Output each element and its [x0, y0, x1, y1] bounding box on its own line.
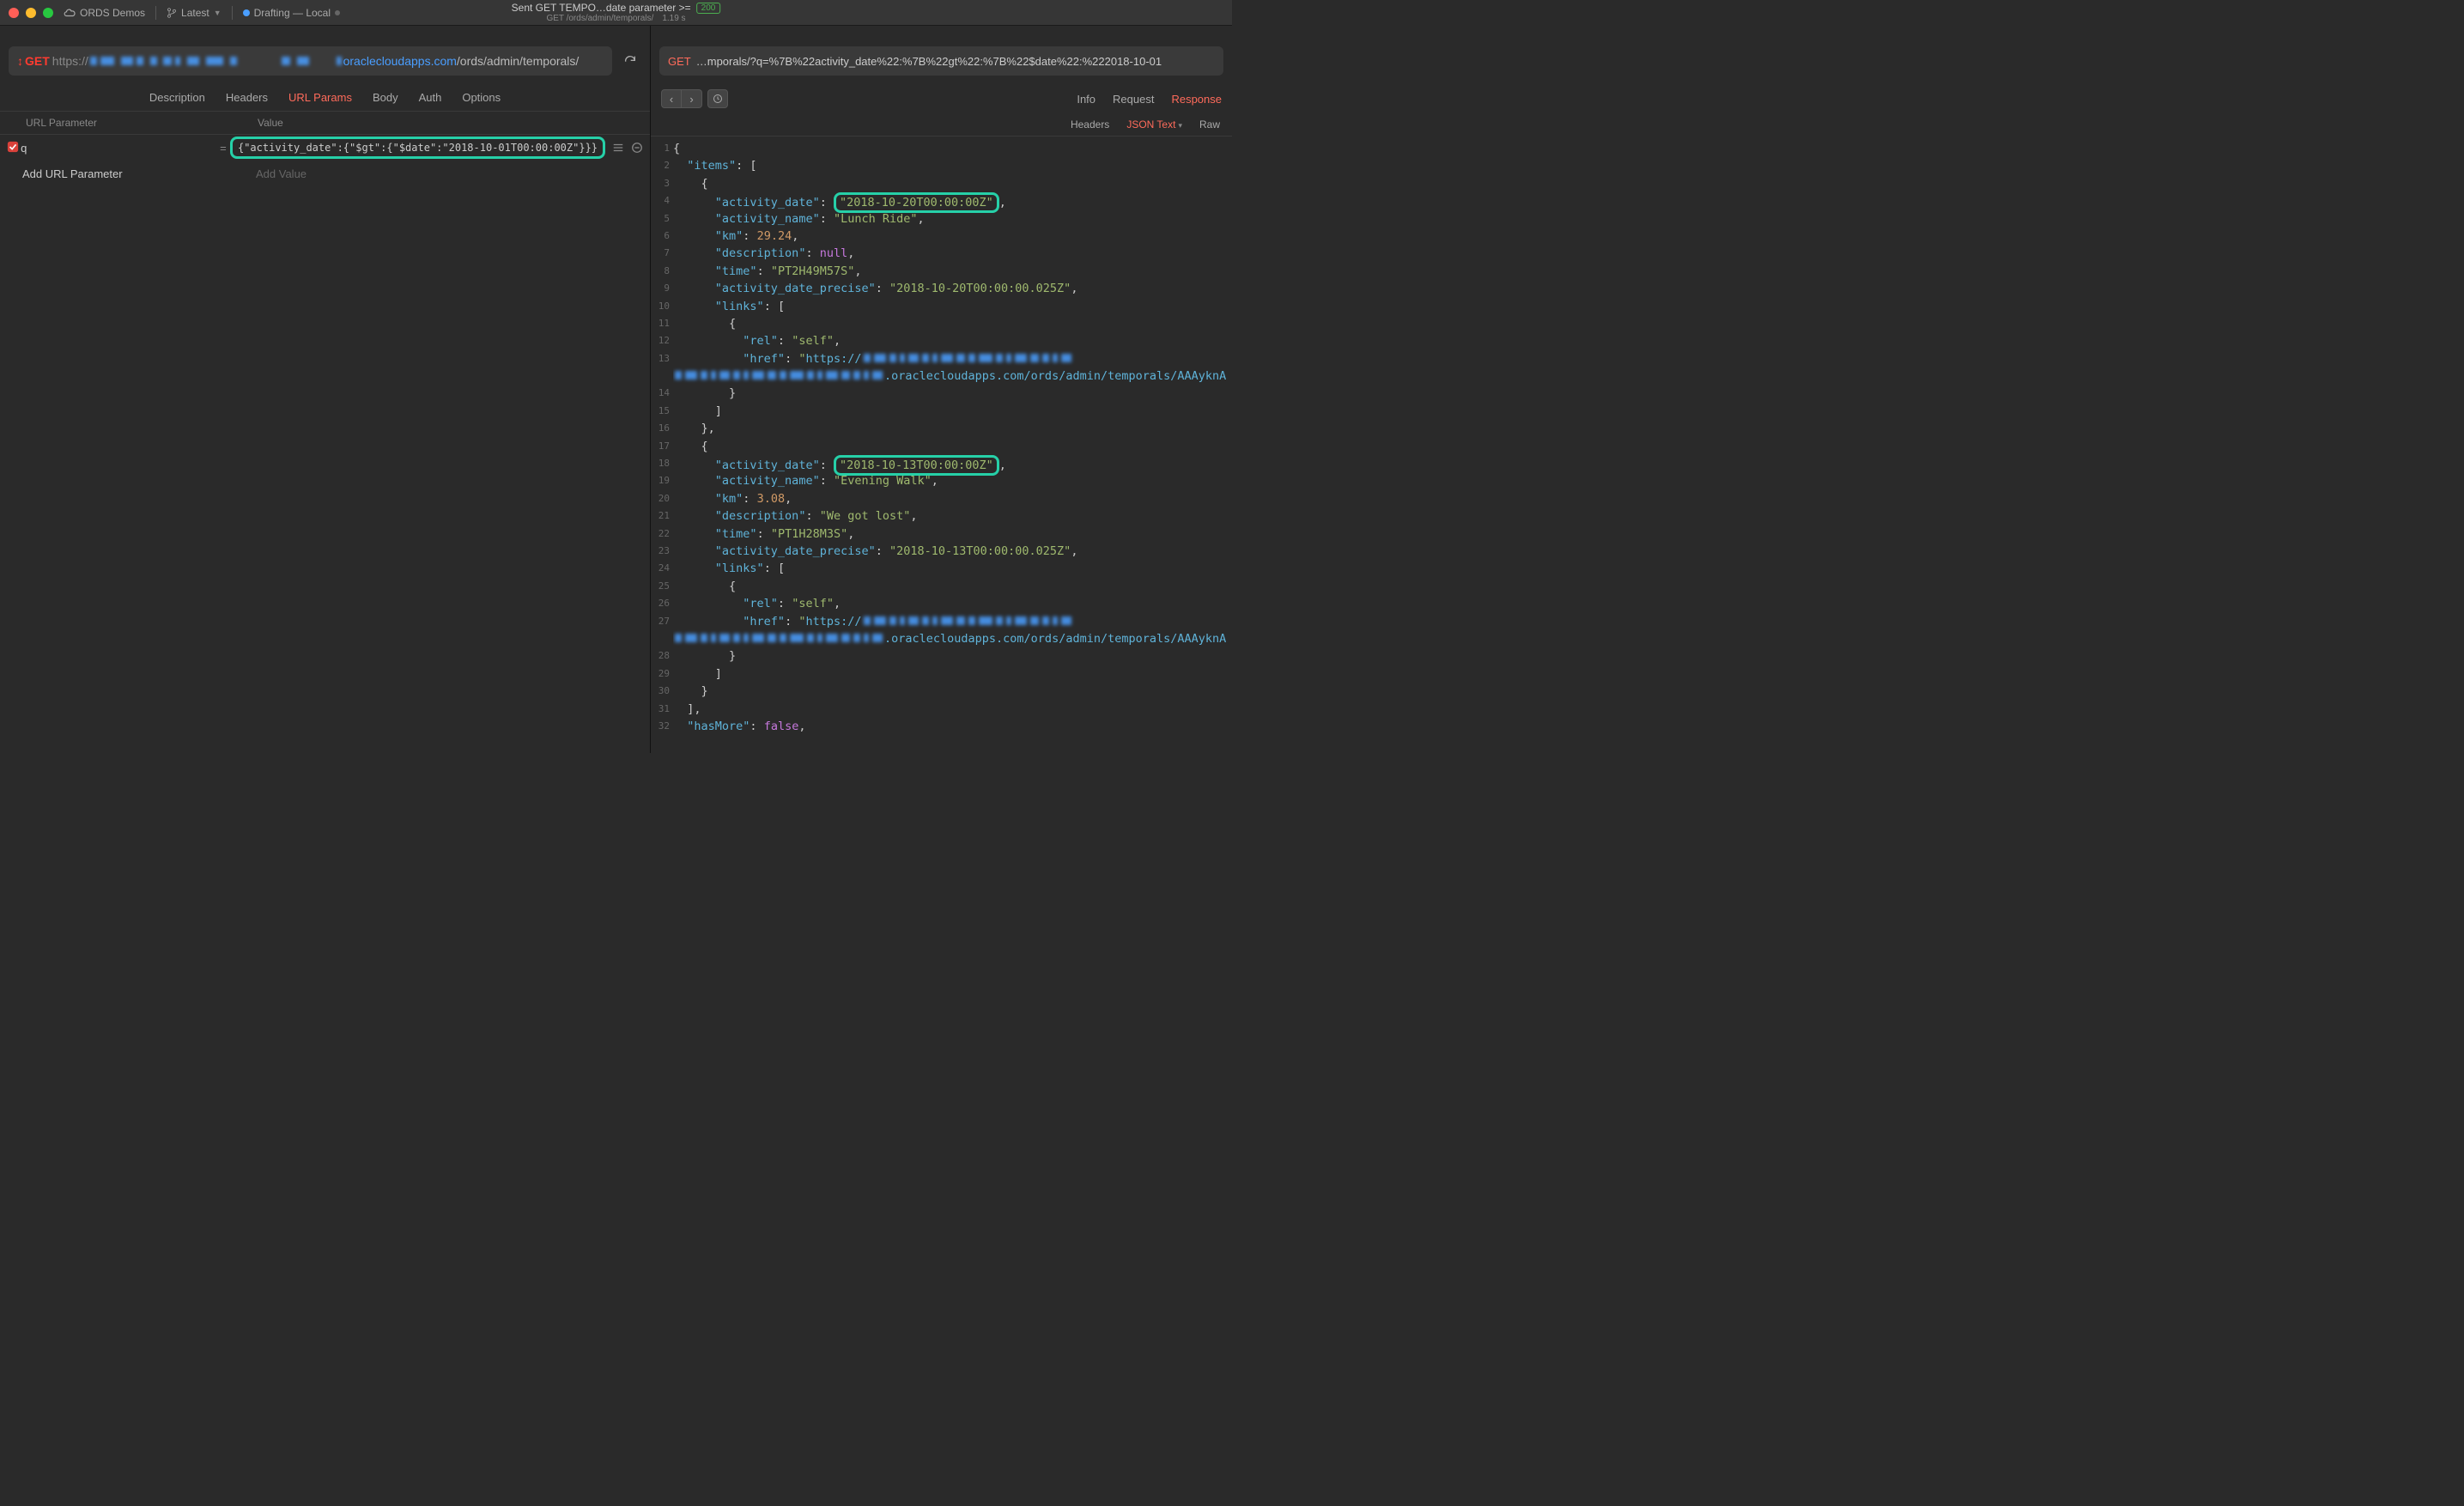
title-duration: 1.19 s — [662, 14, 685, 23]
add-param-row[interactable]: Add URL Parameter Add Value — [0, 161, 650, 186]
line-gutter: 1234567891011121314151617181920212223242… — [651, 137, 673, 753]
chevron-down-icon: ▾ — [1178, 121, 1182, 130]
chevron-left-icon: ‹ — [670, 93, 673, 106]
subtab-raw[interactable]: Raw — [1199, 118, 1220, 131]
method-picker-icon[interactable]: ↕ — [17, 54, 23, 68]
branch-selector[interactable]: Latest ▼ — [167, 7, 222, 19]
request-tabs: Description Headers URL Params Body Auth… — [0, 84, 650, 111]
response-url: …mporals/?q=%7B%22activity_date%22:%7B%2… — [696, 55, 1162, 68]
title-path: GET /ords/admin/temporals/ — [546, 14, 653, 23]
project-name: ORDS Demos — [80, 7, 145, 19]
clock-icon — [713, 94, 723, 104]
send-request-button[interactable] — [619, 50, 641, 72]
param-name-input[interactable]: q — [21, 142, 216, 155]
code-content: { "items": [ { "activity_date": "2018-10… — [673, 137, 1232, 753]
history-forward-button[interactable]: › — [682, 89, 702, 108]
tab-info[interactable]: Info — [1077, 93, 1095, 106]
response-body[interactable]: 1234567891011121314151617181920212223242… — [651, 137, 1232, 753]
list-icon[interactable] — [612, 142, 624, 154]
url-path: /ords/admin/temporals/ — [457, 54, 579, 68]
close-window-icon[interactable] — [9, 8, 19, 18]
url-host-suffix: oraclecloudapps.com — [343, 54, 457, 68]
refresh-icon — [623, 54, 637, 68]
branch-icon — [167, 8, 177, 18]
http-method[interactable]: GET — [25, 54, 50, 68]
response-url-bar: GET …mporals/?q=%7B%22activity_date%22:%… — [659, 46, 1223, 76]
checkmark-icon — [7, 141, 19, 153]
add-value-label: Add Value — [256, 167, 643, 180]
title-summary: Sent GET TEMPO…date parameter >= — [512, 2, 691, 14]
unsaved-dot-icon — [335, 10, 340, 15]
history-back-button[interactable]: ‹ — [661, 89, 682, 108]
tab-request[interactable]: Request — [1113, 93, 1154, 106]
document-tab[interactable]: Drafting — Local — [243, 7, 340, 19]
url-protocol: https:// — [52, 54, 88, 68]
tab-options[interactable]: Options — [462, 91, 501, 104]
param-value-input[interactable]: {"activity_date":{"$gt":{"$date":"2018-1… — [230, 137, 605, 159]
params-header-value: Value — [258, 117, 283, 129]
request-url-bar[interactable]: ↕ GET https:// oraclecloud — [9, 46, 612, 76]
param-enabled-checkbox[interactable] — [7, 141, 21, 155]
tab-auth[interactable]: Auth — [419, 91, 442, 104]
status-badge: 200 — [696, 3, 721, 14]
tab-headers[interactable]: Headers — [226, 91, 268, 104]
tab-body[interactable]: Body — [373, 91, 398, 104]
subtab-headers[interactable]: Headers — [1071, 118, 1109, 131]
response-method: GET — [668, 55, 691, 68]
params-header-name: URL Parameter — [26, 117, 258, 129]
chevron-right-icon: › — [689, 93, 693, 106]
equals-icon: = — [216, 142, 230, 155]
add-param-label: Add URL Parameter — [22, 167, 240, 180]
history-nav: ‹ › — [661, 89, 728, 108]
request-panel: ↕ GET https:// oraclecloud — [0, 26, 651, 753]
minimize-window-icon[interactable] — [26, 8, 36, 18]
response-panel: GET …mporals/?q=%7B%22activity_date%22:%… — [651, 26, 1232, 753]
status-dot-icon — [243, 9, 250, 16]
branch-name: Latest — [181, 7, 209, 19]
chevron-down-icon: ▼ — [214, 9, 222, 17]
project-selector[interactable]: ORDS Demos — [64, 7, 145, 19]
cloud-icon — [64, 7, 76, 19]
maximize-window-icon[interactable] — [43, 8, 53, 18]
param-row: q = {"activity_date":{"$gt":{"$date":"20… — [0, 135, 650, 161]
tab-label: Drafting — Local — [254, 7, 331, 19]
tab-description[interactable]: Description — [149, 91, 205, 104]
tab-response[interactable]: Response — [1171, 93, 1222, 106]
params-table-header: URL Parameter Value — [0, 111, 650, 135]
separator — [232, 6, 233, 20]
separator — [155, 6, 156, 20]
remove-icon[interactable] — [631, 142, 643, 154]
url-host-censored — [88, 54, 343, 68]
tab-url-params[interactable]: URL Params — [288, 91, 352, 104]
history-button[interactable] — [707, 89, 728, 108]
titlebar: ORDS Demos Latest ▼ Drafting — Local Sen… — [0, 0, 1232, 26]
subtab-json[interactable]: JSON Text▾ — [1126, 118, 1182, 131]
window-controls — [9, 8, 53, 18]
